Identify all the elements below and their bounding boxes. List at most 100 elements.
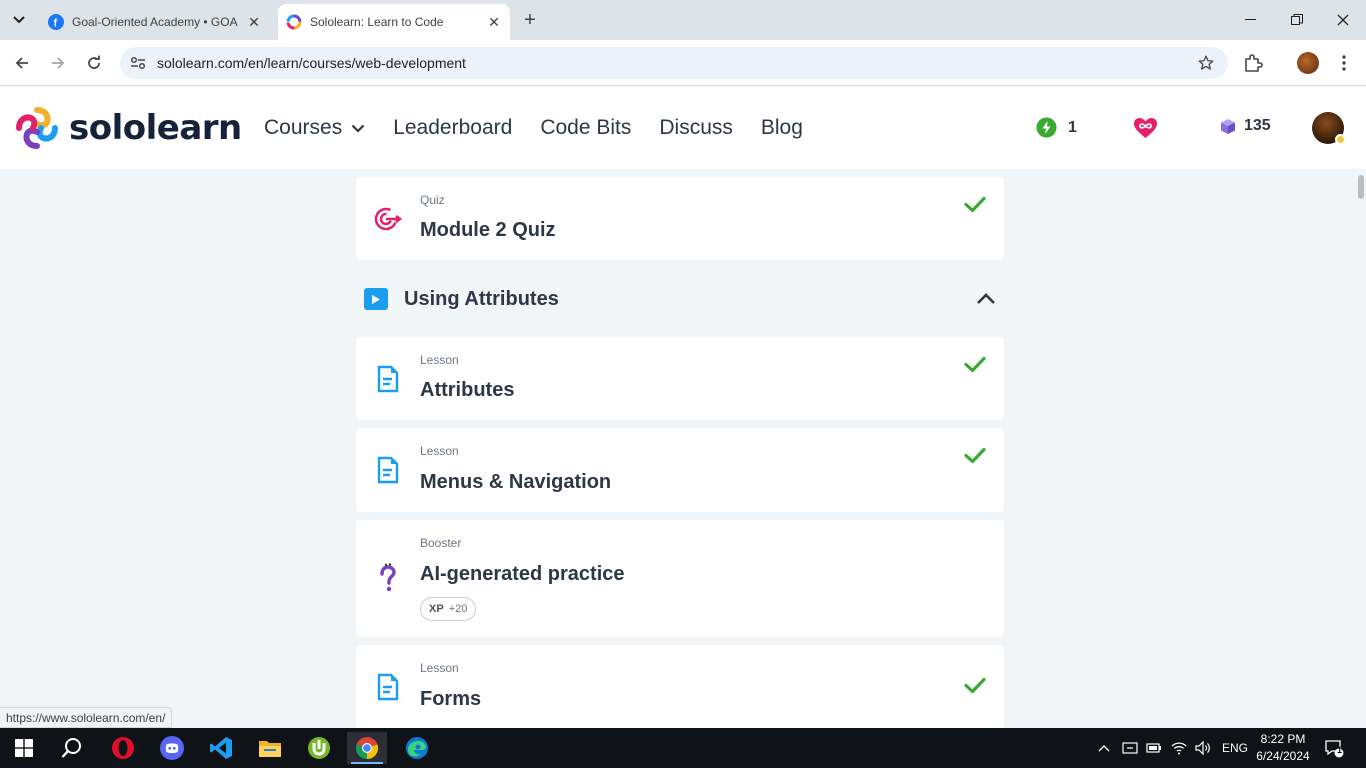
main-nav: Courses Leaderboard Code Bits Discuss Bl… bbox=[264, 116, 831, 140]
lesson-card-attributes[interactable]: Lesson Attributes bbox=[356, 337, 1004, 420]
volume-icon[interactable] bbox=[1195, 741, 1211, 755]
chevron-up-icon[interactable] bbox=[974, 290, 998, 308]
clock-time: 8:22 PM bbox=[1260, 732, 1306, 746]
quiz-card[interactable]: Quiz Module 2 Quiz bbox=[356, 177, 1004, 260]
hearts-counter[interactable] bbox=[1133, 117, 1158, 139]
xp-reward-badge: XP +20 bbox=[420, 597, 477, 621]
avatar-badge bbox=[1335, 134, 1346, 145]
more-vertical-icon bbox=[1342, 55, 1346, 71]
minimize-icon bbox=[1245, 19, 1256, 20]
booster-card-ai-practice[interactable]: Booster AI-generated practice XP +20 bbox=[356, 520, 1004, 637]
browser-menu-button[interactable] bbox=[1334, 51, 1354, 75]
windows-taskbar: ENG 8:22 PM 6/24/2024 1 bbox=[0, 728, 1366, 768]
browser-profile-icon[interactable] bbox=[1297, 52, 1319, 74]
opera-app[interactable] bbox=[103, 732, 143, 764]
close-icon bbox=[1337, 14, 1349, 26]
battery-icon[interactable] bbox=[1146, 742, 1162, 754]
nav-leaderboard[interactable]: Leaderboard bbox=[393, 116, 512, 140]
streak-counter[interactable]: 1 bbox=[1036, 117, 1077, 138]
card-kind: Lesson bbox=[420, 661, 459, 675]
scrollbar-thumb[interactable] bbox=[1358, 175, 1364, 199]
nav-courses[interactable]: Courses bbox=[264, 116, 365, 140]
taskbar-search-button[interactable] bbox=[52, 732, 92, 764]
arrow-left-icon bbox=[15, 57, 28, 69]
bookmark-star-icon[interactable] bbox=[1196, 53, 1216, 73]
card-kind: Lesson bbox=[420, 444, 459, 458]
discord-app[interactable] bbox=[152, 732, 192, 764]
nav-discuss[interactable]: Discuss bbox=[659, 116, 733, 140]
chevron-down-icon bbox=[351, 124, 365, 133]
card-title: Menus & Navigation bbox=[420, 471, 612, 493]
vscode-icon bbox=[210, 737, 232, 759]
sololearn-logo-icon bbox=[16, 107, 58, 149]
utorrent-app[interactable] bbox=[299, 732, 339, 764]
action-center-icon[interactable] bbox=[1122, 740, 1138, 756]
chrome-icon bbox=[355, 737, 379, 760]
svg-text:f: f bbox=[54, 18, 58, 29]
close-window-button[interactable] bbox=[1320, 0, 1366, 40]
folder-icon bbox=[259, 741, 281, 757]
system-clock[interactable]: 8:22 PM 6/24/2024 bbox=[1255, 731, 1311, 765]
notifications-button[interactable]: 1 bbox=[1324, 728, 1344, 768]
card-kind: Lesson bbox=[420, 353, 459, 367]
clock-date: 6/24/2024 bbox=[1256, 749, 1310, 763]
site-header: sololearn Courses Leaderboard Code Bits … bbox=[0, 87, 1366, 169]
check-icon bbox=[964, 677, 986, 694]
site-info-icon[interactable] bbox=[128, 53, 148, 73]
browser-tab-sololearn[interactable]: Sololearn: Learn to Code ✕ bbox=[278, 4, 510, 40]
card-title: Attributes bbox=[420, 379, 515, 401]
reload-button[interactable] bbox=[80, 49, 108, 77]
tab-search-button[interactable] bbox=[6, 8, 32, 32]
edge-app[interactable] bbox=[397, 732, 437, 764]
chrome-app[interactable] bbox=[347, 732, 387, 764]
back-button[interactable] bbox=[8, 49, 36, 77]
address-bar[interactable]: sololearn.com/en/learn/courses/web-devel… bbox=[120, 47, 1228, 79]
forward-button[interactable] bbox=[44, 49, 72, 77]
module-header[interactable]: Using Attributes bbox=[356, 278, 1004, 320]
nav-blog[interactable]: Blog bbox=[761, 116, 803, 140]
url-text: sololearn.com/en/learn/courses/web-devel… bbox=[157, 55, 466, 71]
notification-count: 1 bbox=[1337, 745, 1343, 755]
page-scrollbar[interactable] bbox=[1356, 169, 1366, 728]
restore-button[interactable] bbox=[1274, 0, 1320, 40]
new-tab-button[interactable]: + bbox=[518, 8, 542, 32]
nav-code-bits[interactable]: Code Bits bbox=[540, 116, 631, 140]
check-icon bbox=[964, 196, 986, 213]
card-title: Forms bbox=[420, 688, 482, 710]
file-explorer-app[interactable] bbox=[250, 732, 290, 764]
user-avatar[interactable] bbox=[1312, 112, 1346, 145]
browser-tab-goa[interactable]: f Goal-Oriented Academy • GOA ✕ bbox=[40, 4, 270, 40]
card-kind: Quiz bbox=[420, 193, 445, 207]
opera-icon bbox=[112, 737, 134, 759]
link-status-bar: https://www.sololearn.com/en/ bbox=[0, 707, 173, 728]
gems-counter[interactable]: 135 bbox=[1220, 117, 1271, 135]
facebook-icon: f bbox=[48, 14, 64, 30]
question-mark-icon bbox=[374, 563, 402, 592]
card-kind: Booster bbox=[420, 536, 462, 550]
gems-count: 135 bbox=[1244, 117, 1271, 134]
wifi-icon[interactable] bbox=[1171, 741, 1187, 755]
tab-close-icon[interactable]: ✕ bbox=[484, 12, 504, 32]
sololearn-logo[interactable]: sololearn bbox=[15, 106, 242, 150]
input-language[interactable]: ENG bbox=[1222, 741, 1248, 755]
browser-tab-strip: f Goal-Oriented Academy • GOA ✕ Sololear… bbox=[0, 0, 1366, 40]
reload-icon bbox=[88, 55, 100, 69]
extensions-icon[interactable] bbox=[1242, 52, 1264, 74]
heart-infinity-icon bbox=[1134, 118, 1157, 138]
sololearn-favicon-icon bbox=[286, 14, 302, 30]
card-title: AI-generated practice bbox=[420, 563, 625, 585]
lesson-card-forms[interactable]: Lesson Forms bbox=[356, 645, 1004, 728]
restore-icon bbox=[1291, 14, 1303, 25]
chevron-up-icon[interactable] bbox=[1097, 743, 1111, 753]
vscode-app[interactable] bbox=[201, 732, 241, 764]
tab-title: Sololearn: Learn to Code bbox=[310, 15, 444, 29]
tab-close-icon[interactable]: ✕ bbox=[244, 12, 264, 32]
tab-title: Goal-Oriented Academy • GOA bbox=[72, 15, 238, 29]
minimize-button[interactable] bbox=[1228, 0, 1274, 40]
edge-icon bbox=[406, 737, 428, 759]
xp-label: XP bbox=[429, 603, 444, 615]
lesson-card-menus-navigation[interactable]: Lesson Menus & Navigation bbox=[356, 428, 1004, 512]
check-icon bbox=[964, 356, 986, 373]
start-button[interactable] bbox=[4, 732, 44, 764]
lesson-icon bbox=[374, 365, 402, 393]
